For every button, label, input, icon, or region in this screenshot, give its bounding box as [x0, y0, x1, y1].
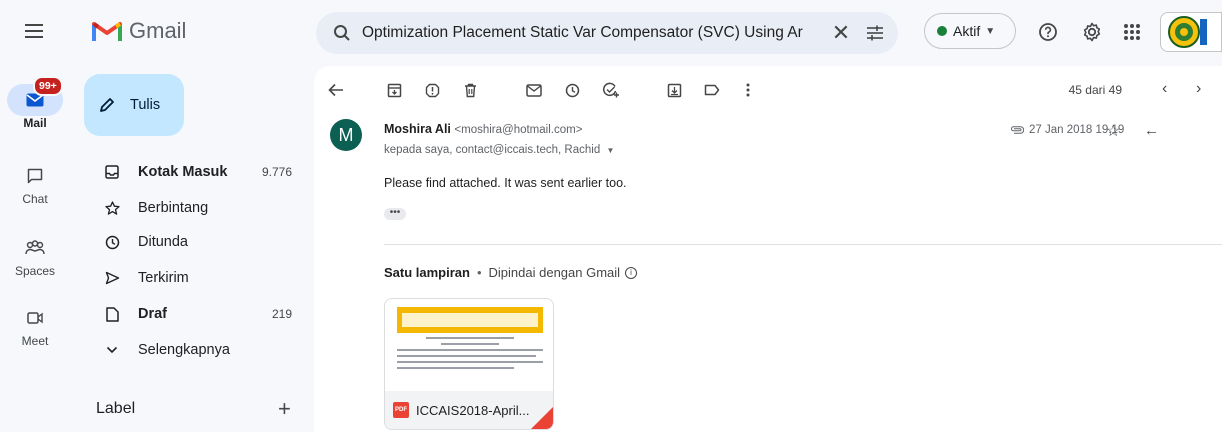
show-trimmed-content-button[interactable]: ••• — [384, 208, 406, 220]
label-icon[interactable] — [702, 80, 722, 100]
status-dot-icon — [937, 26, 947, 36]
mark-unread-icon[interactable] — [524, 80, 544, 100]
inbox-icon — [104, 164, 120, 180]
rail-item-meet[interactable]: Meet — [0, 302, 70, 348]
gear-icon[interactable] — [1080, 20, 1104, 44]
recipients-text: kepada saya, contact@iccais.tech, Rachid — [384, 144, 601, 156]
apps-grid-icon[interactable] — [1120, 20, 1144, 44]
rail-item-spaces[interactable]: Spaces — [0, 232, 70, 278]
status-selector[interactable]: Aktif ▼ — [924, 13, 1016, 49]
pdf-corner-fold — [531, 407, 553, 429]
reply-icon[interactable]: ← — [1144, 122, 1159, 139]
rail-label-chat: Chat — [22, 192, 48, 206]
message-panel: 45 dari 49 ‹ › M Moshira Ali <moshira@ho… — [314, 66, 1222, 432]
clear-search-icon[interactable]: ✕ — [824, 20, 858, 46]
rail-label-meet: Meet — [21, 334, 49, 348]
add-task-icon[interactable] — [600, 80, 620, 100]
attachments-title: Satu lampiran — [384, 265, 470, 280]
send-icon — [104, 270, 120, 286]
add-label-button[interactable]: + — [278, 396, 291, 422]
snooze-icon[interactable] — [562, 80, 582, 100]
search-options-icon[interactable] — [858, 25, 892, 41]
sidebar-label-drafts: Draf — [138, 306, 168, 322]
sender-name[interactable]: Moshira Ali — [384, 122, 451, 136]
help-icon[interactable] — [1036, 20, 1060, 44]
sender-line: Moshira Ali <moshira@hotmail.com> — [384, 122, 582, 136]
drafts-count: 219 — [271, 307, 292, 321]
draft-icon — [104, 306, 120, 322]
search-icon[interactable] — [322, 24, 362, 42]
inbox-count: 9.776 — [261, 165, 292, 179]
rail-item-chat[interactable]: Chat — [0, 160, 70, 206]
compose-label: Tulis — [130, 97, 161, 113]
sidebar-label-more: Selengkapnya — [138, 342, 230, 358]
recipients-line[interactable]: kepada saya, contact@iccais.tech, Rachid… — [384, 144, 614, 156]
sidebar-label-sent: Terkirim — [138, 270, 189, 286]
sidebar-item-sent[interactable]: Terkirim — [84, 262, 308, 294]
rail-label-spaces: Spaces — [14, 264, 56, 278]
gmail-m-icon — [92, 22, 122, 41]
move-to-icon[interactable] — [664, 80, 684, 100]
spaces-icon — [7, 232, 63, 264]
sidebar-label-inbox: Kotak Masuk — [138, 164, 228, 180]
attachment-card[interactable]: PDF ICCAIS2018-April... — [384, 298, 554, 430]
sidebar-label-starred: Berbintang — [138, 200, 209, 216]
star-icon — [104, 200, 120, 216]
star-message-icon[interactable]: ☆ — [1106, 121, 1120, 141]
unread-count-badge: 99+ — [33, 76, 63, 96]
compose-button[interactable]: Tulis — [84, 74, 184, 136]
chat-icon — [7, 160, 63, 192]
older-chevron-icon[interactable]: › — [1196, 80, 1201, 98]
attachments-divider — [384, 244, 1222, 245]
search-input[interactable]: Optimization Placement Static Var Compen… — [362, 24, 824, 42]
sender-email: <moshira@hotmail.com> — [454, 124, 583, 136]
newer-chevron-icon[interactable]: ‹ — [1162, 80, 1167, 98]
sidebar-item-drafts[interactable]: Draf 219 — [84, 298, 308, 330]
more-vert-icon[interactable] — [738, 80, 758, 100]
organization-logo-icon[interactable] — [1160, 12, 1222, 52]
info-icon[interactable]: i — [625, 266, 638, 279]
app-name: Gmail — [129, 18, 187, 43]
attachments-header: Satu lampiran • Dipindai dengan Gmail i — [384, 265, 638, 280]
gmail-logo[interactable]: Gmail — [92, 18, 186, 44]
status-label: Aktif — [953, 23, 981, 39]
sidebar-item-inbox[interactable]: Kotak Masuk 9.776 — [84, 156, 308, 188]
attachments-separator: • — [476, 265, 482, 280]
attachment-thumbnail — [385, 299, 553, 391]
scan-note: Dipindai dengan Gmail — [488, 265, 621, 280]
recipients-caret-icon[interactable]: ▼ — [606, 146, 614, 155]
sidebar-item-snoozed[interactable]: Ditunda — [84, 226, 308, 258]
meet-icon — [7, 302, 63, 334]
clock-icon — [104, 234, 120, 250]
delete-icon[interactable] — [460, 80, 480, 100]
top-bar: Gmail Optimization Placement Static Var … — [0, 0, 1222, 64]
rail-label-mail: Mail — [23, 116, 47, 130]
attachment-filename: ICCAIS2018-April... — [416, 402, 530, 418]
pencil-icon — [100, 98, 114, 112]
pdf-icon: PDF — [393, 402, 409, 418]
message-body: Please find attached. It was sent earlie… — [384, 176, 627, 190]
pagination-text: 45 dari 49 — [1068, 83, 1122, 97]
caret-down-icon: ▼ — [985, 25, 996, 37]
labels-heading: Label — [96, 400, 136, 417]
sender-avatar[interactable]: M — [330, 119, 362, 151]
sidebar-label-snoozed: Ditunda — [138, 234, 188, 250]
back-arrow-icon[interactable] — [326, 80, 346, 100]
attachment-clip-icon — [1011, 126, 1024, 134]
rail-item-mail[interactable]: 99+ Mail — [0, 76, 70, 130]
archive-icon[interactable] — [384, 80, 404, 100]
search-bar[interactable]: Optimization Placement Static Var Compen… — [316, 12, 898, 54]
thumbnail-banner — [397, 307, 543, 333]
sidebar-item-starred[interactable]: Berbintang — [84, 192, 308, 224]
sidebar-item-more[interactable]: Selengkapnya — [84, 334, 308, 366]
main-menu-button[interactable] — [22, 20, 46, 44]
attachment-footer: PDF ICCAIS2018-April... — [385, 391, 553, 429]
report-spam-icon[interactable] — [422, 80, 442, 100]
chevron-down-icon — [104, 342, 120, 358]
